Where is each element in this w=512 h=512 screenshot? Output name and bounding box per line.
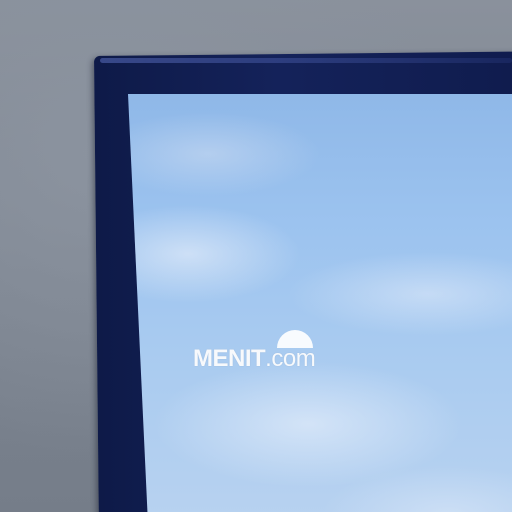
bezel-highlight bbox=[100, 58, 512, 63]
photo-scene: MENIT.com bbox=[0, 0, 512, 512]
monitor-screen bbox=[128, 94, 512, 512]
watermark: MENIT.com bbox=[193, 330, 323, 376]
watermark-text: MENIT.com bbox=[193, 345, 316, 373]
watermark-brand: MENIT bbox=[193, 345, 266, 372]
watermark-suffix: .com bbox=[265, 345, 316, 372]
